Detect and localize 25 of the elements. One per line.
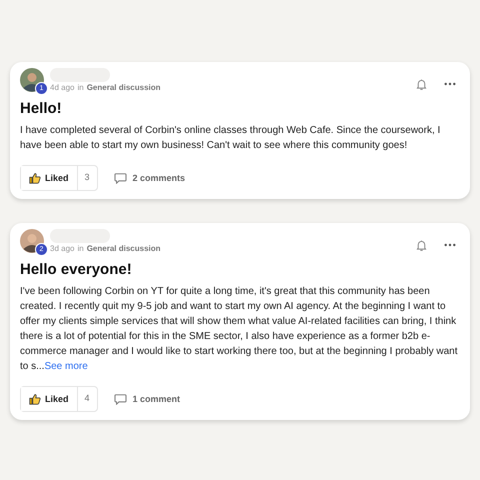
more-icon[interactable] (444, 82, 456, 86)
post-time: 3d ago (50, 244, 74, 253)
post-body: I have completed several of Corbin's online classes through Web Cafe. Since the coursework, I have been able to start my own business! Can't wait to see where this community goes! (20, 124, 442, 153)
bell-icon[interactable] (415, 239, 428, 252)
comment-icon (114, 172, 127, 184)
bell-icon[interactable] (415, 78, 428, 91)
comments-button[interactable]: 2 comments (110, 168, 190, 188)
like-button[interactable]: Liked (21, 387, 78, 411)
like-count: 3 (84, 171, 91, 184)
comments-button[interactable]: 1 comment (110, 390, 184, 408)
see-more-link[interactable]: See more (44, 361, 88, 372)
post-time: 4d ago (50, 83, 74, 92)
thumbs-up-icon (29, 172, 41, 184)
in-label: in (77, 244, 84, 253)
thumbs-up-icon (29, 393, 41, 405)
category-link[interactable]: General discussion (86, 244, 161, 253)
post-body: I've been following Corbin on YT for quite a long time, it's great that this community has been created. I recently quit my 9-5 job and want to start my own AI agency. At the beginning I want to offer my clients simple services that will show them what value AI-related facilities can bring, I think there is a lot of potential for this in the SME sector, I also have experience as a former b2b e-commerce manager and I would like to start working there too, but at the beginning I probably want to s...See more (20, 285, 458, 374)
like-button[interactable]: Liked (21, 166, 78, 190)
post-title: Hello! (20, 100, 63, 117)
comment-icon (114, 394, 127, 404)
in-label: in (77, 83, 84, 92)
category-link[interactable]: General discussion (86, 83, 161, 92)
post-title: Hello everyone! (20, 261, 133, 278)
more-icon[interactable] (444, 243, 456, 247)
like-count: 4 (84, 392, 91, 405)
